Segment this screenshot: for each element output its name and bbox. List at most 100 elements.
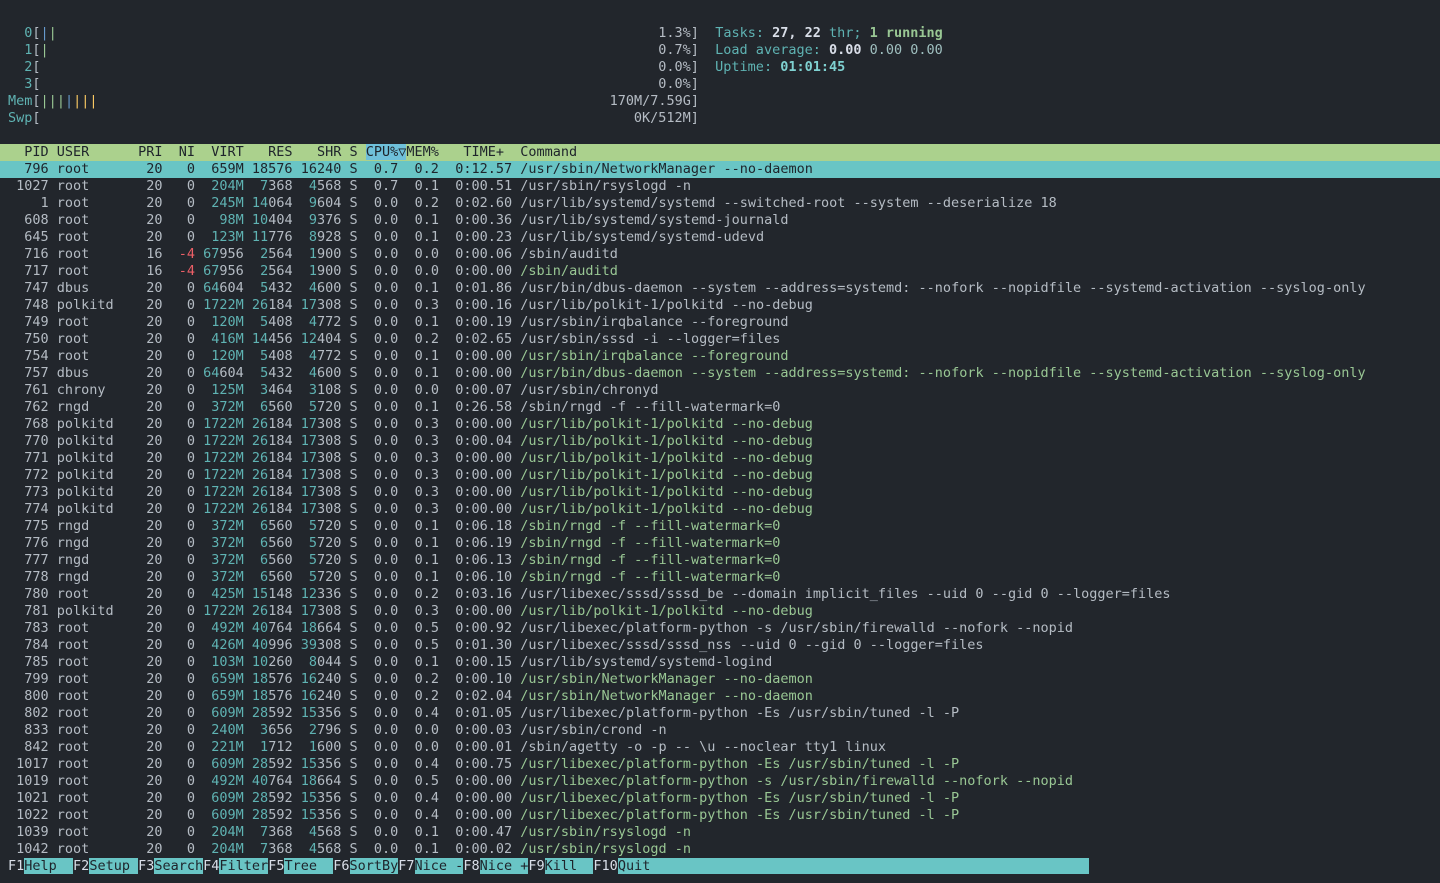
command-cell: /usr/lib/polkit-1/polkitd --no-debug bbox=[520, 416, 813, 432]
column-header-res[interactable]: RES bbox=[252, 144, 293, 160]
process-row-842[interactable]: 842 root 20 0 221M 1712 1600 S 0.0 0.0 0… bbox=[0, 739, 1440, 756]
column-header-ni[interactable]: NI bbox=[171, 144, 195, 160]
process-row-774[interactable]: 774 polkitd 20 0 1722M 26184 17308 S 0.0… bbox=[0, 501, 1440, 518]
process-row-776[interactable]: 776 rngd 20 0 372M 6560 5720 S 0.0 0.1 0… bbox=[0, 535, 1440, 552]
nice-cell: 0 bbox=[171, 178, 195, 194]
column-header-user[interactable]: USER bbox=[57, 144, 130, 160]
process-row-796[interactable]: 796 root 20 0 659M 18576 16240 S 0.7 0.2… bbox=[0, 161, 1440, 178]
user-cell: root bbox=[57, 841, 130, 857]
res-cell: 560 bbox=[268, 399, 292, 415]
column-header-pri[interactable]: PRI bbox=[138, 144, 162, 160]
shr-cell: 600 bbox=[317, 280, 341, 296]
process-row-716[interactable]: 716 root 16 -4 67956 2564 1900 S 0.0 0.0… bbox=[0, 246, 1440, 263]
process-row-784[interactable]: 784 root 20 0 426M 40996 39308 S 0.0 0.5… bbox=[0, 637, 1440, 654]
text bbox=[358, 841, 366, 857]
process-row-1021[interactable]: 1021 root 20 0 609M 28592 15356 S 0.0 0.… bbox=[0, 790, 1440, 807]
fkey-f7[interactable]: F7Nice - bbox=[398, 858, 463, 874]
time-cell: 0:00.92 bbox=[447, 620, 512, 636]
fkey-f2[interactable]: F2Setup bbox=[73, 858, 138, 874]
fkey-f8[interactable]: F8Nice + bbox=[463, 858, 528, 874]
text bbox=[130, 722, 138, 738]
time-cell: 0:02.65 bbox=[447, 331, 512, 347]
process-row-1019[interactable]: 1019 root 20 0 492M 40764 18664 S 0.0 0.… bbox=[0, 773, 1440, 790]
process-row-772[interactable]: 772 polkitd 20 0 1722M 26184 17308 S 0.0… bbox=[0, 467, 1440, 484]
process-row-778[interactable]: 778 rngd 20 0 372M 6560 5720 S 0.0 0.1 0… bbox=[0, 569, 1440, 586]
user-cell: polkitd bbox=[57, 484, 130, 500]
text bbox=[195, 246, 203, 262]
text bbox=[439, 229, 447, 245]
process-row-750[interactable]: 750 root 20 0 416M 14456 12404 S 0.0 0.2… bbox=[0, 331, 1440, 348]
process-row-717[interactable]: 717 root 16 -4 67956 2564 1900 S 0.0 0.0… bbox=[0, 263, 1440, 280]
column-header-shr[interactable]: SHR bbox=[301, 144, 342, 160]
priority-cell: 20 bbox=[138, 824, 162, 840]
state-cell: S bbox=[350, 535, 358, 551]
text bbox=[341, 552, 349, 568]
process-row-608[interactable]: 608 root 20 0 98M 10404 9376 S 0.0 0.1 0… bbox=[0, 212, 1440, 229]
fkey-f6[interactable]: F6SortBy bbox=[333, 858, 398, 874]
column-header-cpu[interactable]: CPU% bbox=[366, 144, 399, 160]
fkey-f1[interactable]: F1Help bbox=[8, 858, 73, 874]
virt-cell: 659M bbox=[203, 161, 244, 177]
process-row-770[interactable]: 770 polkitd 20 0 1722M 26184 17308 S 0.0… bbox=[0, 433, 1440, 450]
process-row-768[interactable]: 768 polkitd 20 0 1722M 26184 17308 S 0.0… bbox=[0, 416, 1440, 433]
user-cell: root bbox=[57, 195, 130, 211]
text bbox=[439, 450, 447, 466]
process-row-833[interactable]: 833 root 20 0 240M 3656 2796 S 0.0 0.0 0… bbox=[0, 722, 1440, 739]
fkey-f4[interactable]: F4Filter bbox=[203, 858, 268, 874]
res-cell: 184 bbox=[268, 433, 292, 449]
virt-cell: 609M bbox=[203, 705, 244, 721]
cpu-percent-cell: 0.7 bbox=[366, 161, 399, 177]
mem-percent-cell: 0.3 bbox=[406, 433, 439, 449]
process-row-771[interactable]: 771 polkitd 20 0 1722M 26184 17308 S 0.0… bbox=[0, 450, 1440, 467]
process-row-754[interactable]: 754 root 20 0 120M 5408 4772 S 0.0 0.1 0… bbox=[0, 348, 1440, 365]
column-header-pid[interactable]: PID bbox=[8, 144, 49, 160]
process-row-1017[interactable]: 1017 root 20 0 609M 28592 15356 S 0.0 0.… bbox=[0, 756, 1440, 773]
meter-fill bbox=[41, 110, 634, 126]
state-cell: S bbox=[350, 552, 358, 568]
pid-cell: 757 bbox=[8, 365, 49, 381]
column-header-time[interactable]: TIME+ bbox=[447, 144, 512, 160]
process-row-757[interactable]: 757 dbus 20 0 64604 5432 4600 S 0.0 0.1 … bbox=[0, 365, 1440, 382]
process-row-780[interactable]: 780 root 20 0 425M 15148 12336 S 0.0 0.2… bbox=[0, 586, 1440, 603]
process-row-777[interactable]: 777 rngd 20 0 372M 6560 5720 S 0.0 0.1 0… bbox=[0, 552, 1440, 569]
process-row-762[interactable]: 762 rngd 20 0 372M 6560 5720 S 0.0 0.1 0… bbox=[0, 399, 1440, 416]
process-row-1039[interactable]: 1039 root 20 0 204M 7368 4568 S 0.0 0.1 … bbox=[0, 824, 1440, 841]
text bbox=[341, 637, 349, 653]
text bbox=[293, 416, 301, 432]
process-row-645[interactable]: 645 root 20 0 123M 11776 8928 S 0.0 0.1 … bbox=[0, 229, 1440, 246]
process-row-785[interactable]: 785 root 20 0 103M 10260 8044 S 0.0 0.1 … bbox=[0, 654, 1440, 671]
process-row-761[interactable]: 761 chrony 20 0 125M 3464 3108 S 0.0 0.0… bbox=[0, 382, 1440, 399]
fkey-f3[interactable]: F3Search bbox=[138, 858, 203, 874]
res-cell: 6 bbox=[252, 399, 268, 415]
nice-cell: 0 bbox=[171, 705, 195, 721]
process-row-781[interactable]: 781 polkitd 20 0 1722M 26184 17308 S 0.0… bbox=[0, 603, 1440, 620]
process-row-747[interactable]: 747 dbus 20 0 64604 5432 4600 S 0.0 0.1 … bbox=[0, 280, 1440, 297]
process-row-799[interactable]: 799 root 20 0 659M 18576 16240 S 0.0 0.2… bbox=[0, 671, 1440, 688]
process-row-775[interactable]: 775 rngd 20 0 372M 6560 5720 S 0.0 0.1 0… bbox=[0, 518, 1440, 535]
priority-cell: 20 bbox=[138, 297, 162, 313]
process-row-1022[interactable]: 1022 root 20 0 609M 28592 15356 S 0.0 0.… bbox=[0, 807, 1440, 824]
text bbox=[244, 399, 252, 415]
process-row-1042[interactable]: 1042 root 20 0 204M 7368 4568 S 0.0 0.1 … bbox=[0, 841, 1440, 858]
virt-cell: 659M bbox=[203, 688, 244, 704]
column-header-cmd[interactable]: Command bbox=[520, 144, 577, 160]
process-row-773[interactable]: 773 polkitd 20 0 1722M 26184 17308 S 0.0… bbox=[0, 484, 1440, 501]
fkey-f10[interactable]: F10Quit bbox=[593, 858, 1089, 874]
process-row-783[interactable]: 783 root 20 0 492M 40764 18664 S 0.0 0.5… bbox=[0, 620, 1440, 637]
fkey-f9[interactable]: F9Kill bbox=[528, 858, 593, 874]
process-row-748[interactable]: 748 polkitd 20 0 1722M 26184 17308 S 0.0… bbox=[0, 297, 1440, 314]
pid-cell: 748 bbox=[8, 297, 49, 313]
text bbox=[358, 722, 366, 738]
column-header-s[interactable]: S bbox=[349, 144, 357, 160]
process-row-1027[interactable]: 1027 root 20 0 204M 7368 4568 S 0.7 0.1 … bbox=[0, 178, 1440, 195]
process-row-800[interactable]: 800 root 20 0 659M 18576 16240 S 0.0 0.2… bbox=[0, 688, 1440, 705]
text bbox=[49, 807, 57, 823]
cpu-percent-cell: 0.0 bbox=[366, 518, 399, 534]
column-header-virt[interactable]: VIRT bbox=[203, 144, 244, 160]
process-row-749[interactable]: 749 root 20 0 120M 5408 4772 S 0.0 0.1 0… bbox=[0, 314, 1440, 331]
column-header-mem[interactable]: MEM% bbox=[406, 144, 439, 160]
process-row-1[interactable]: 1 root 20 0 245M 14064 9604 S 0.0 0.2 0:… bbox=[0, 195, 1440, 212]
process-row-802[interactable]: 802 root 20 0 609M 28592 15356 S 0.0 0.4… bbox=[0, 705, 1440, 722]
fkey-f5[interactable]: F5Tree bbox=[268, 858, 333, 874]
cpu-percent-cell: 0.0 bbox=[366, 586, 399, 602]
